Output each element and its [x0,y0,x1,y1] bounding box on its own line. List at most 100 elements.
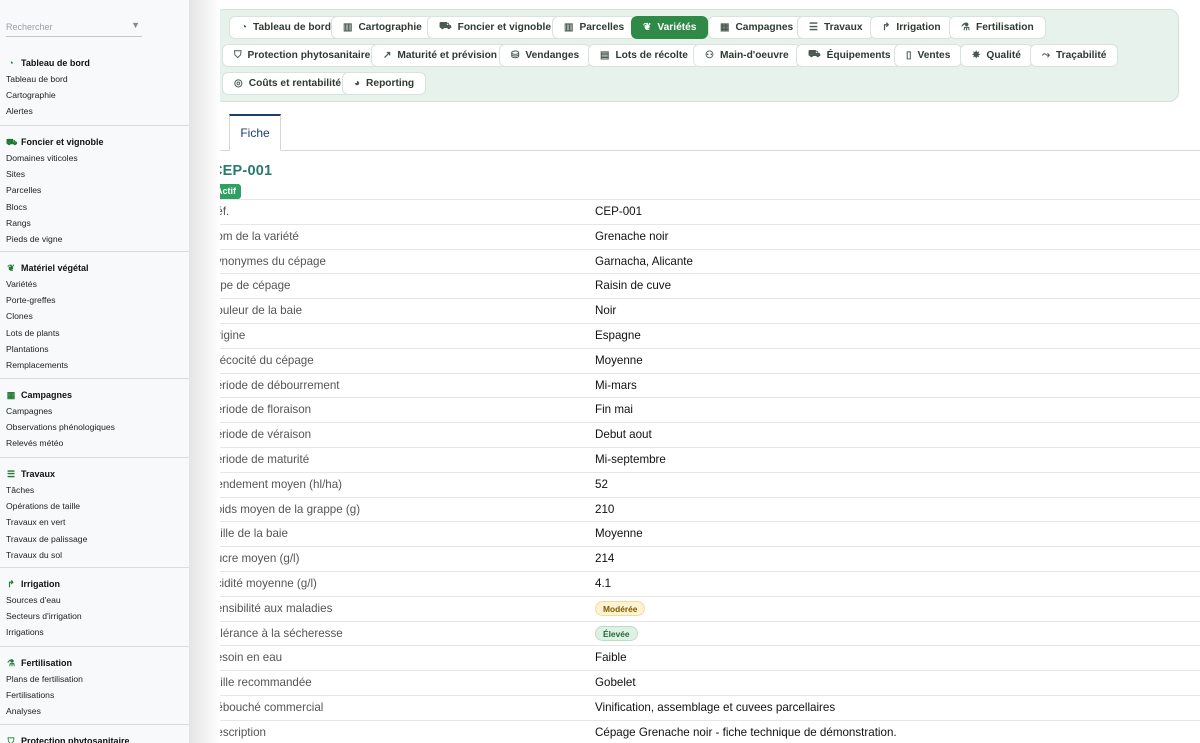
field-value: Moyenne [595,527,643,541]
sidebar-section-label: Matériel végétal [21,263,89,273]
module-button-lots-de-r-colte[interactable]: ▤ Lots de récolte [588,44,700,67]
sidebar-item[interactable]: Observations phénologiques [0,419,189,435]
module-button-vari-t-s[interactable]: ❦ Variétés [631,16,709,39]
leaf-icon: ❦ [7,263,15,273]
module-button-vendanges[interactable]: ⛁ Vendanges [499,44,592,67]
field-value: 52 [595,477,608,491]
field-label: Description [220,725,266,739]
sidebar-section: ▦ Campagnes Campagnes Observations phénolog… [0,387,189,452]
module-button-main-d-oeuvre[interactable]: ⚇ Main-d'oeuvre [693,44,801,67]
field-label: Taille recommandée [220,676,312,690]
map-icon: ▥ [343,22,353,33]
sidebar-item[interactable]: Campagnes [0,403,189,419]
sidebar-shadow [190,0,220,743]
field-label: Tolérance à la sécheresse [220,626,343,640]
field-row: Description Cépage Grenache noir - fiche … [220,719,1200,743]
calendar-icon: ▦ [720,22,730,33]
chevron-down-icon[interactable]: ▼ [131,20,140,30]
module-button-label: Protection phytosanitaire [247,50,371,61]
module-button-cartographie[interactable]: ▥ Cartographie [331,16,434,39]
field-value: 4.1 [595,576,612,590]
sidebar-item[interactable]: Sources d'eau [0,592,189,608]
field-row: Poids moyen de la grappe (g) 210 [220,496,1200,522]
sidebar-item[interactable]: Secteurs d'irrigation [0,608,189,624]
module-button-label: Reporting [366,78,415,89]
sidebar-section-title: ⚗ Fertilisation [0,655,189,671]
tab-fiche[interactable]: Fiche [229,114,281,151]
sidebar-item[interactable]: Blocs [0,199,189,215]
module-button-fertilisation[interactable]: ⚗ Fertilisation [949,16,1046,39]
sidebar-item[interactable]: Travaux du sol [0,547,189,563]
sidebar-item[interactable]: Pieds de vigne [0,231,189,247]
field-value: Moyenne [595,353,643,367]
sidebar-item[interactable]: Plans de fertilisation [0,671,189,687]
sidebar-item[interactable]: Alertes [0,103,189,119]
sidebar-item[interactable]: Plantations [0,341,189,357]
sidebar-item[interactable]: Opérations de taille [0,498,189,514]
module-button-travaux[interactable]: ☰ Travaux [797,16,875,39]
field-row: Sucre moyen (g/l) 214 [220,546,1200,571]
sidebar-item[interactable]: Porte-greffes [0,292,189,308]
sidebar-item[interactable]: Variétés [0,276,189,292]
field-value: Faible [595,651,627,665]
field-row: Sensibilité aux maladies Modérée [220,595,1200,621]
module-button-reporting[interactable]: ◕ Reporting [342,72,427,95]
sidebar-item[interactable]: Remplacements [0,357,189,373]
module-button-ventes[interactable]: ▯ Ventes [894,44,963,67]
sidebar-divider [0,251,189,252]
field-label: Poids moyen de la grappe (g) [220,502,361,516]
module-button-irrigation[interactable]: ↱ Irrigation [870,16,953,39]
sidebar-item[interactable]: Lots de plants [0,325,189,341]
sidebar-item[interactable]: Relevés météo [0,435,189,451]
field-row: Période de floraison Fin mai [220,397,1200,422]
field-row: Synonymes du cépage Garnacha, Alicante [220,248,1200,274]
module-button-label: Cartographie [358,22,422,33]
field-row: Rendement moyen (hl/ha) 52 [220,471,1200,497]
list-icon: ☰ [809,22,818,33]
field-value: Espagne [595,328,641,342]
module-button-tra-abilit-[interactable]: ⤳ Traçabilité [1030,44,1119,67]
module-button-protection-phytosanitaire[interactable]: ⛉ Protection phytosanitaire [222,44,383,67]
module-button-foncier-et-vignoble[interactable]: ⛟ Foncier et vignoble [427,16,563,39]
module-button-parcelles[interactable]: ▥ Parcelles [552,16,637,39]
search-input[interactable] [6,17,130,37]
sidebar-section-title: ◔ Tableau de bord [0,55,189,71]
field-row: Nom de la variété Grenache noir [220,223,1200,249]
sidebar-item[interactable]: Travaux en vert [0,514,189,530]
sidebar-item[interactable]: Analyses [0,703,189,719]
sidebar-item[interactable]: Fertilisations [0,687,189,703]
sidebar-item[interactable]: Tâches [0,482,189,498]
sidebar-section: ⛉ Protection phytosanitaire [0,733,189,743]
sidebar-section: ◔ Tableau de bord Tableau de bord Cartograp… [0,55,189,120]
basket-icon: ⛁ [511,50,520,61]
list-icon: ☰ [6,469,16,479]
shield-icon: ⛉ [7,736,15,743]
field-label: Période de débourrement [220,378,340,392]
field-value: Mi-septembre [595,452,666,466]
module-button-co-ts-et-rentabilit-[interactable]: ◎ Coûts et rentabilité [222,72,353,95]
sidebar-item[interactable]: Cartographie [0,87,189,103]
sidebar-item[interactable]: Sites [0,166,189,182]
sidebar-item[interactable]: Irrigations [0,624,189,640]
module-button-label: Ventes [917,50,951,61]
module-button-maturit-et-pr-vision[interactable]: ↗ Maturité et prévision [371,44,510,67]
sidebar-item[interactable]: Travaux de palissage [0,531,189,547]
module-button-label: Fertilisation [975,22,1034,33]
sidebar-item[interactable]: Rangs [0,215,189,231]
field-row: Origine Espagne [220,322,1200,348]
sidebar: ▼ ◔Tableau de bordTableau de bordCartogr… [0,0,190,743]
field-label: Origine [220,328,246,342]
module-button--quipements[interactable]: ⛟ Équipements [796,44,903,67]
sidebar-section-title: ☰ Travaux [0,466,189,482]
module-button-qualit-[interactable]: ✸ Qualité [960,44,1033,67]
sidebar-item[interactable]: Tableau de bord [0,71,189,87]
record-title: CEP-001 [220,163,273,179]
module-button-tableau-de-bord[interactable]: ◔ Tableau de bord [229,16,343,39]
module-button-label: Main-d'oeuvre [719,50,789,61]
sidebar-item[interactable]: Domaines viticoles [0,150,189,166]
module-button-campagnes[interactable]: ▦ Campagnes [708,16,806,39]
sidebar-item[interactable]: Parcelles [0,182,189,198]
sidebar-item[interactable]: Clones [0,308,189,324]
tabs-bar: Fiche [220,113,1200,151]
field-label: Sucre moyen (g/l) [220,552,300,566]
